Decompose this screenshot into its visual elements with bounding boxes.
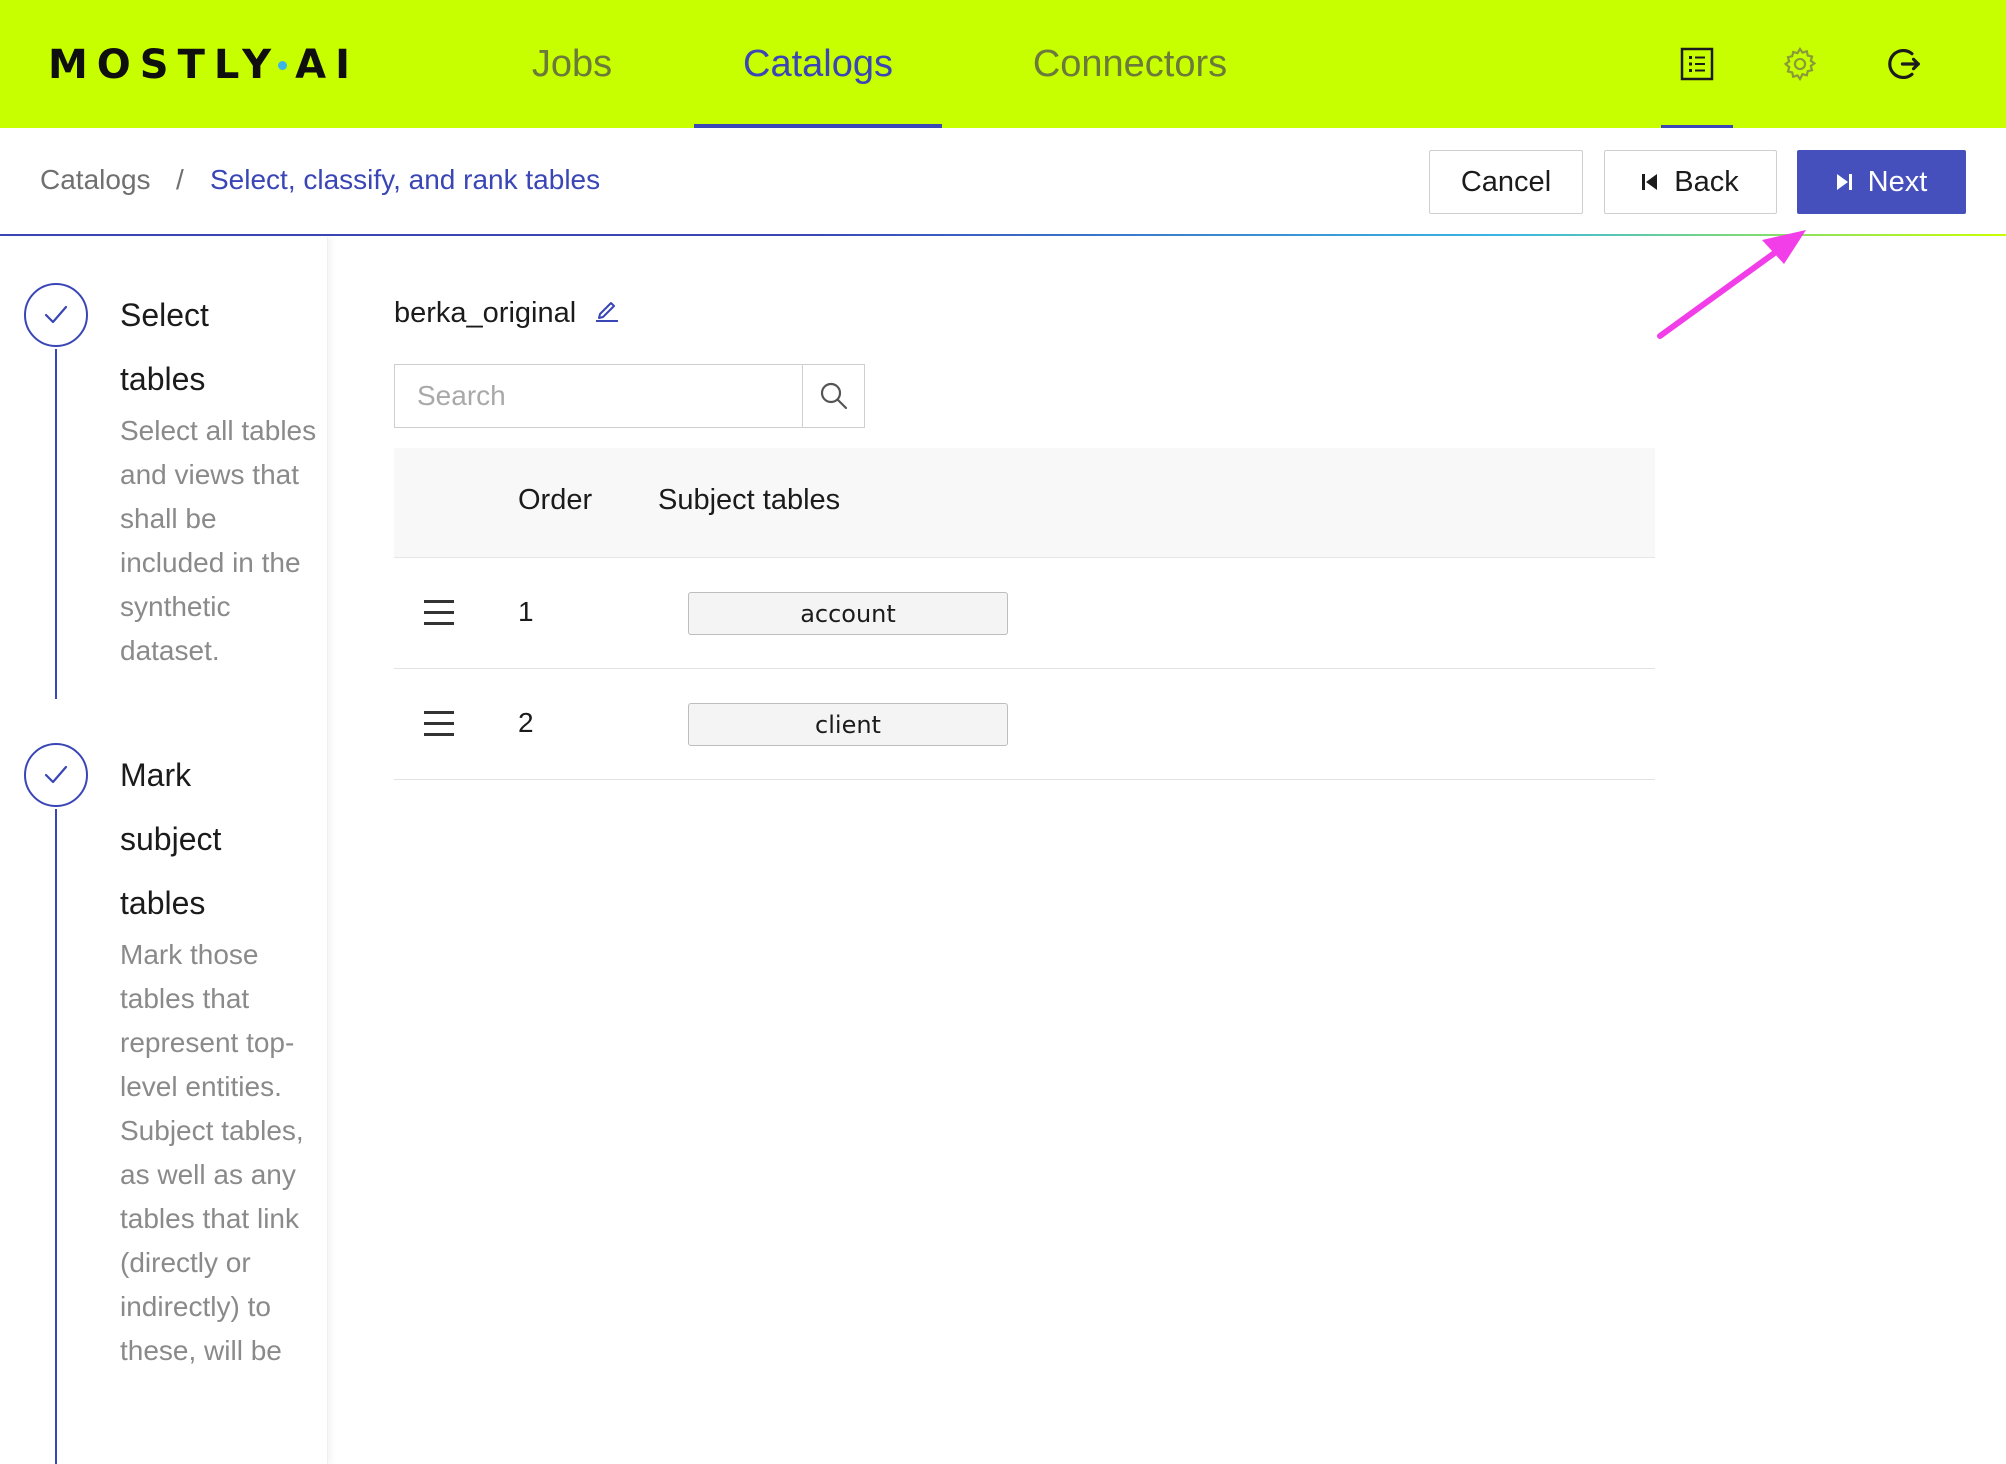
back-button-label: Back bbox=[1674, 165, 1739, 198]
step-2-connector-line bbox=[55, 809, 57, 1464]
nav-tab-catalogs-label: Catalogs bbox=[743, 42, 893, 85]
column-header-subject-tables[interactable]: Subject tables bbox=[658, 484, 840, 517]
step-2-title-line3: tables bbox=[120, 885, 206, 921]
next-button-label: Next bbox=[1867, 165, 1928, 198]
nav-tab-connectors[interactable]: Connectors bbox=[1010, 0, 1250, 128]
step-2-check-icon[interactable] bbox=[24, 743, 88, 807]
mostly-ai-logo[interactable]: MOSTLY AI bbox=[48, 42, 359, 88]
breadcrumb-separator: / bbox=[176, 164, 184, 195]
nav-tab-connectors-label: Connectors bbox=[1032, 42, 1228, 85]
skip-back-icon bbox=[1642, 174, 1658, 190]
breadcrumb-current-page: Select, classify, and rank tables bbox=[210, 164, 601, 195]
back-button[interactable]: Back bbox=[1604, 150, 1777, 214]
catalog-name-heading: berka_original bbox=[394, 296, 620, 330]
step-1-check-icon[interactable] bbox=[24, 283, 88, 347]
header-divider bbox=[0, 234, 2006, 236]
wizard-stepper: Select tables Select all tables and view… bbox=[0, 237, 328, 1464]
column-header-order[interactable]: Order bbox=[518, 484, 592, 517]
table-name-chip[interactable]: client bbox=[688, 703, 1008, 746]
step-2-title[interactable]: Mark subject tables bbox=[120, 743, 320, 935]
nav-tab-catalogs[interactable]: Catalogs bbox=[694, 0, 942, 128]
cancel-button-label: Cancel bbox=[1460, 165, 1552, 198]
step-2-title-line2: subject bbox=[120, 821, 222, 857]
list-icon[interactable] bbox=[1661, 40, 1733, 128]
search-input[interactable] bbox=[395, 365, 802, 427]
logo-dot bbox=[278, 60, 288, 70]
drag-handle-icon[interactable] bbox=[424, 711, 454, 737]
search-button[interactable] bbox=[802, 365, 864, 427]
search-icon bbox=[820, 382, 847, 410]
search-field bbox=[394, 364, 865, 428]
breadcrumb-bar: Catalogs / Select, classify, and rank ta… bbox=[0, 128, 2006, 236]
step-2-title-line1: Mark bbox=[120, 757, 192, 793]
nav-tab-jobs-label: Jobs bbox=[531, 42, 613, 85]
step-1-description: Select all tables and views that shall b… bbox=[120, 415, 317, 666]
nav-tab-jobs[interactable]: Jobs bbox=[510, 0, 634, 128]
top-navigation-bar: MOSTLY AI Jobs Catalogs Connectors bbox=[0, 0, 2006, 128]
table-name-chip[interactable]: account bbox=[688, 592, 1008, 635]
skip-forward-icon bbox=[1836, 174, 1852, 190]
subject-tables-table: Order Subject tables 1 account 2 client bbox=[394, 448, 1655, 780]
table-row: 1 account bbox=[394, 558, 1655, 669]
breadcrumb-catalogs-link[interactable]: Catalogs bbox=[40, 164, 151, 196]
step-1-connector-line bbox=[55, 349, 57, 699]
row-order: 1 bbox=[518, 596, 534, 627]
table-header: Order Subject tables bbox=[394, 448, 1655, 558]
step-1-title[interactable]: Select tables bbox=[120, 283, 320, 411]
cancel-button[interactable]: Cancel bbox=[1429, 150, 1583, 214]
step-1-title-line1: Select bbox=[120, 297, 209, 333]
row-order: 2 bbox=[518, 707, 534, 738]
catalog-name: berka_original bbox=[394, 296, 577, 329]
step-1-title-line2: tables bbox=[120, 361, 206, 397]
logout-icon[interactable] bbox=[1880, 40, 1928, 88]
logo-text-right: AI bbox=[295, 42, 359, 88]
step-2-description: Mark those tables that represent top-lev… bbox=[120, 939, 304, 1366]
drag-handle-icon[interactable] bbox=[424, 600, 454, 626]
edit-pencil-icon[interactable] bbox=[594, 296, 620, 330]
logo-text-left: MOSTLY bbox=[48, 42, 281, 88]
next-button[interactable]: Next bbox=[1797, 150, 1966, 214]
table-row: 2 client bbox=[394, 669, 1655, 780]
gear-icon[interactable] bbox=[1776, 40, 1824, 88]
